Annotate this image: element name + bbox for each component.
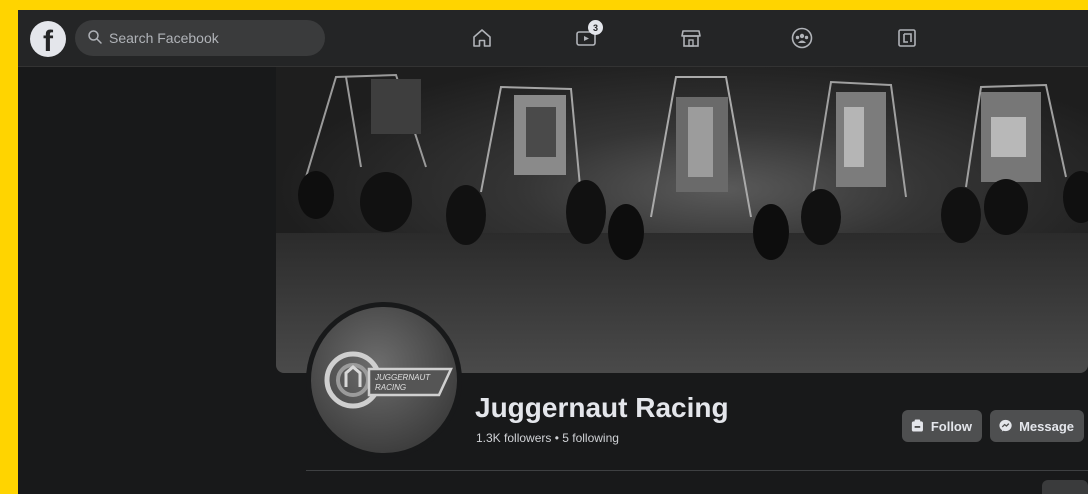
notification-badge: 3: [588, 20, 603, 35]
shop-icon: [681, 30, 701, 47]
nav-marketplace[interactable]: [677, 24, 705, 52]
juggernaut-racing-logo: JUGGERNAUT RACING: [324, 351, 453, 409]
nav-groups[interactable]: [788, 24, 816, 52]
follow-label: Follow: [930, 418, 972, 434]
profile-divider: [306, 470, 1088, 471]
logo-text-line2: RACING: [375, 383, 406, 392]
message-button[interactable]: Message: [990, 410, 1084, 442]
nav-home[interactable]: [468, 24, 496, 52]
follower-stats[interactable]: 1.3K followers • 5 following: [476, 431, 619, 445]
follow-button[interactable]: Follow: [902, 410, 982, 442]
nav-watch[interactable]: 3: [572, 20, 603, 52]
nav-gaming[interactable]: [893, 24, 921, 52]
profile-picture: JUGGERNAUT RACING: [311, 307, 457, 453]
gaming-icon: [898, 29, 916, 47]
page-title: Juggernaut Racing: [475, 392, 729, 423]
profile-picture-frame[interactable]: JUGGERNAUT RACING: [306, 302, 462, 458]
groups-icon: [791, 27, 813, 49]
more-options-button[interactable]: [1042, 480, 1088, 494]
message-label: Message: [1019, 418, 1074, 434]
search-input[interactable]: [75, 20, 325, 56]
search-box[interactable]: [75, 20, 325, 56]
app-window: f 3: [18, 10, 1088, 494]
logo-text-line1: JUGGERNAUT: [374, 373, 431, 382]
home-icon: [473, 29, 491, 47]
follow-icon: [911, 419, 923, 432]
messenger-icon: [999, 419, 1012, 432]
facebook-logo[interactable]: f: [30, 21, 66, 57]
top-navbar: f 3: [18, 10, 1088, 67]
